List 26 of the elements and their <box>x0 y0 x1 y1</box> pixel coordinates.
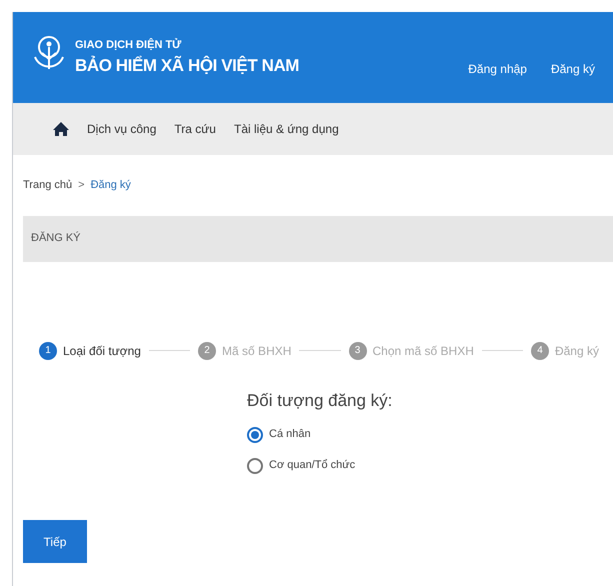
next-button[interactable]: Tiếp <box>23 520 87 563</box>
radio-icon[interactable] <box>247 458 263 474</box>
header-link[interactable]: Đăng nhập <box>468 60 527 78</box>
step-number: 1 <box>39 342 57 360</box>
header-link[interactable]: Đăng ký <box>550 60 595 78</box>
breadcrumb-separator: > <box>78 178 85 193</box>
step-label: Mã số BHXH <box>222 342 292 360</box>
radio-icon[interactable] <box>247 426 263 442</box>
step-label: Loại đối tượng <box>63 342 141 360</box>
section-title: ĐĂNG KÝ <box>31 230 81 246</box>
question-label: Đối tượng đăng ký: <box>247 390 394 412</box>
radio-option[interactable]: Cá nhân <box>247 419 613 450</box>
breadcrumb-link[interactable]: Đăng ký <box>90 177 131 194</box>
breadcrumb-link[interactable]: Trang chủ <box>23 177 72 194</box>
home-icon[interactable] <box>53 121 69 137</box>
site-subtitle: GIAO DỊCH ĐIỆN TỬ <box>75 37 182 52</box>
step-label: Đăng ký <box>554 342 599 360</box>
nav-link[interactable]: Tài liệu & ứng dụng <box>234 120 339 138</box>
step-label: Chọn mã số BHXH <box>372 342 474 360</box>
site-title: BẢO HIỂM XÃ HỘI VIỆT NAM <box>75 54 300 77</box>
step-number: 2 <box>198 342 216 360</box>
radio-option[interactable]: Cơ quan/Tổ chức <box>247 450 613 481</box>
nav-link[interactable]: Dịch vụ công <box>87 120 156 138</box>
step-number: 4 <box>530 342 549 360</box>
nav-link[interactable]: Tra cứu <box>174 120 216 138</box>
step-number: 3 <box>348 342 366 360</box>
